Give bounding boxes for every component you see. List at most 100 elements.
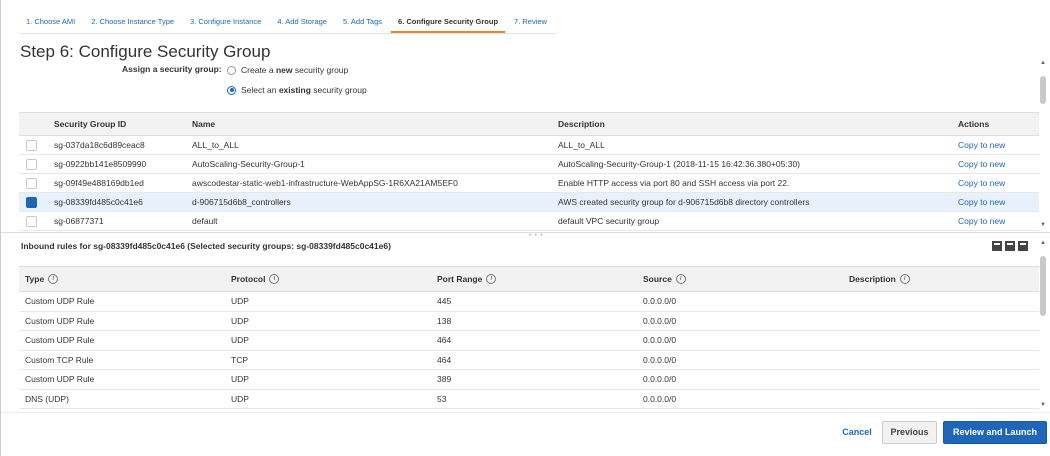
rule-type: Custom UDP Rule [19,369,225,390]
cancel-button[interactable]: Cancel [839,421,875,444]
pane-splitter[interactable] [1,232,1050,233]
inbound-rules-title: Inbound rules for sg-08339fd485c0c41e6 (… [21,241,391,251]
row-checkbox[interactable] [26,158,37,170]
security-group-name: default [185,211,551,231]
info-icon[interactable]: i [899,274,910,285]
footer-divider [1,412,1050,413]
radio-button[interactable] [227,65,236,75]
rule-type: Custom UDP Rule [19,291,225,312]
info-icon[interactable]: i [486,274,497,285]
copy-to-new-link[interactable]: Copy to new [958,197,1005,207]
radio-label: Select an existing security group [241,85,367,95]
tab-choose-ami[interactable]: 1. Choose AMI [19,13,82,33]
view-layout-icons [992,241,1028,251]
radio-label: Create a new security group [241,65,349,75]
column-header-protocol: Protocol i [225,266,431,292]
copy-to-new-link[interactable]: Copy to new [958,216,1005,226]
rule-description [843,311,1039,331]
copy-to-new-link[interactable]: Copy to new [958,140,1005,150]
column-header-security-group-id[interactable]: Security Group ID [47,112,185,136]
radio-select-existing-security-group[interactable]: Select an existing security group [227,85,367,95]
rule-type: Custom TCP Rule [19,350,225,370]
security-group-description: default VPC security group [551,211,951,231]
row-checkbox[interactable] [26,215,37,227]
rule-port-range: 464 [431,350,637,370]
scroll-down-arrow-icon[interactable]: ▼ [1040,402,1046,408]
column-header-actions: Actions [951,112,1039,136]
layout-bottom-pane-icon[interactable] [992,241,1002,251]
select-column-header [19,112,47,136]
security-group-description: AWS created security group for d-906715d… [551,192,951,212]
column-header-type: Type i [19,266,225,292]
previous-button[interactable]: Previous [882,421,937,444]
table-row: DNS (UDP) UDP 53 0.0.0.0/0 [19,389,1039,409]
security-group-description: ALL_to_ALL [551,135,951,155]
table-row[interactable]: sg-0922bb141e8509990 AutoScaling-Securit… [19,154,1039,174]
copy-to-new-link[interactable]: Copy to new [958,159,1005,169]
security-groups-table: Security Group ID Name Description Actio… [19,112,1039,231]
splitter-grip-icon[interactable]: • • • [529,233,544,239]
info-icon[interactable]: i [269,274,280,285]
tab-add-storage[interactable]: 4. Add Storage [270,13,334,33]
row-checkbox[interactable] [26,139,37,151]
tab-choose-instance-type[interactable]: 2. Choose Instance Type [84,13,181,33]
tab-configure-security-group[interactable]: 6. Configure Security Group [391,13,506,33]
wizard-tabs: 1. Choose AMI 2. Choose Instance Type 3.… [19,13,556,34]
scroll-down-arrow-icon[interactable]: ▼ [1040,222,1046,228]
rule-description [843,330,1039,351]
rule-type: DNS (UDP) [19,389,225,409]
column-header-description[interactable]: Description [551,112,951,136]
info-icon[interactable]: i [48,274,59,285]
table-row: Custom UDP Rule UDP 464 0.0.0.0/0 [19,330,1039,351]
security-group-description: AutoScaling-Security-Group-1 (2018-11-15… [551,154,951,174]
tab-configure-instance[interactable]: 3. Configure Instance [183,13,268,33]
radio-button-selected[interactable] [227,85,236,95]
rule-source: 0.0.0.0/0 [637,350,843,370]
copy-to-new-link[interactable]: Copy to new [958,178,1005,188]
table-row[interactable]: sg-06877371 default default VPC security… [19,211,1039,231]
rule-description [843,291,1039,312]
rule-description [843,350,1039,370]
column-header-port-range: Port Range i [431,266,637,292]
table-row-selected[interactable]: sg-08339fd485c0c41e6 d-906715d6b8_contro… [19,192,1039,212]
rule-protocol: UDP [225,369,431,390]
rule-protocol: TCP [225,350,431,370]
security-group-name: awscodestar-static-web1-infrastructure-W… [185,173,551,193]
scroll-up-arrow-icon[interactable]: ▲ [1040,60,1046,66]
row-checkbox[interactable] [26,177,37,189]
info-icon[interactable]: i [675,274,686,285]
rule-description [843,389,1039,409]
rule-source: 0.0.0.0/0 [637,389,843,409]
page-title: Step 6: Configure Security Group [20,42,271,61]
table-row: Custom UDP Rule UDP 389 0.0.0.0/0 [19,369,1039,390]
layout-split-pane-icon[interactable] [1005,241,1015,251]
rule-port-range: 464 [431,330,637,351]
security-groups-table-container: Security Group ID Name Description Actio… [19,112,1039,231]
security-group-id: sg-037da18c6d89ceac8 [47,135,185,155]
rule-protocol: UDP [225,389,431,409]
review-and-launch-button[interactable]: Review and Launch [943,421,1047,444]
security-group-id: sg-0922bb141e8509990 [47,154,185,174]
security-group-name: d-906715d6b8_controllers [185,192,551,212]
rule-type: Custom UDP Rule [19,330,225,351]
radio-create-new-security-group[interactable]: Create a new security group [227,65,348,75]
table-row[interactable]: sg-09f49e488169db1ed awscodestar-static-… [19,173,1039,193]
column-header-name[interactable]: Name [185,112,551,136]
column-header-source: Source i [637,266,843,292]
table-row[interactable]: sg-037da18c6d89ceac8 ALL_to_ALL ALL_to_A… [19,135,1039,155]
security-group-id: sg-06877371 [47,211,185,231]
page-scrollbar-thumb[interactable] [1040,76,1046,104]
tab-add-tags[interactable]: 5. Add Tags [336,13,389,33]
rules-scrollbar-thumb[interactable] [1040,256,1046,316]
rule-source: 0.0.0.0/0 [637,369,843,390]
rule-port-range: 389 [431,369,637,390]
assign-security-group-label: Assign a security group: [122,64,222,74]
rule-port-range: 53 [431,389,637,409]
rule-source: 0.0.0.0/0 [637,330,843,351]
security-group-name: AutoScaling-Security-Group-1 [185,154,551,174]
tab-review[interactable]: 7. Review [507,13,554,33]
layout-top-pane-icon[interactable] [1018,241,1028,251]
security-group-description: Enable HTTP access via port 80 and SSH a… [551,173,951,193]
row-checkbox-checked[interactable] [26,196,37,208]
scroll-up-arrow-icon[interactable]: ▲ [1040,240,1046,246]
